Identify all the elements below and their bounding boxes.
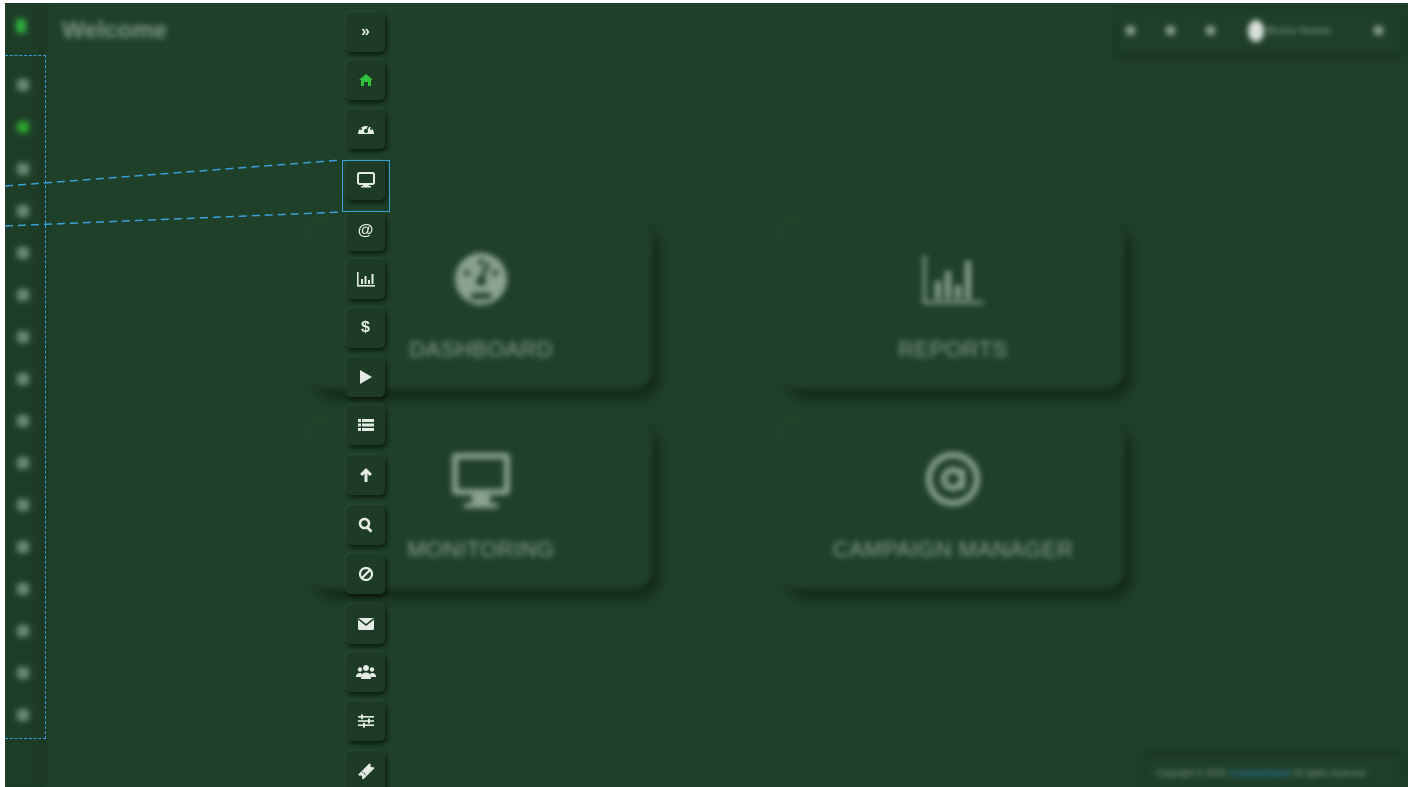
- app-window: Welcome Bruno Nunes DASHBOARD REPORTS MO…: [5, 3, 1408, 787]
- sidebar-item-search[interactable]: [346, 505, 385, 545]
- card-campaign-manager[interactable]: CAMPAIGN MANAGER: [782, 421, 1124, 589]
- card-label: CAMPAIGN MANAGER: [832, 537, 1074, 562]
- users-icon: [355, 665, 376, 679]
- play-icon: [359, 370, 372, 384]
- list-icon: [357, 419, 374, 431]
- settings-icon[interactable]: [1166, 26, 1175, 35]
- sidebar-item-tickets[interactable]: [346, 751, 385, 787]
- sidebar-item-users[interactable]: [346, 652, 385, 692]
- at-icon: [926, 452, 980, 506]
- sidebar-item-play[interactable]: [346, 357, 385, 397]
- collapsed-expand-icon[interactable]: [17, 79, 29, 91]
- sidebar-item-campaign[interactable]: @: [346, 211, 385, 251]
- dollar-icon: $: [361, 319, 370, 336]
- user-name[interactable]: Bruno Nunes: [1267, 25, 1331, 37]
- at-icon: @: [357, 222, 374, 239]
- envelope-icon: [357, 618, 374, 630]
- collapsed-gauge-icon[interactable]: [17, 163, 29, 175]
- sidebar-item-reports[interactable]: [346, 259, 385, 299]
- copyright-suffix: All rights reserved.: [1293, 768, 1368, 778]
- sidebar-item-settings[interactable]: [346, 701, 385, 741]
- logo-icon: [16, 19, 26, 33]
- page-title: Welcome: [62, 17, 167, 44]
- footer-brand-link[interactable]: CompanyName: [1229, 768, 1292, 778]
- copyright-prefix: Copyright © 2020: [1156, 768, 1227, 778]
- search-icon: [358, 517, 373, 533]
- blurred-background-layer: Welcome Bruno Nunes DASHBOARD REPORTS MO…: [5, 3, 1408, 787]
- top-toolbar: Bruno Nunes: [1117, 9, 1402, 55]
- collapsed-list-icon[interactable]: [17, 415, 29, 427]
- collapsed-envelope-icon[interactable]: [17, 583, 29, 595]
- sidebar-item-upload[interactable]: [346, 455, 385, 495]
- gauge-icon: [357, 125, 374, 134]
- monitor-icon: [452, 453, 510, 508]
- collapsed-search-icon[interactable]: [17, 499, 29, 511]
- double-chevron-right-icon: »: [361, 23, 370, 40]
- collapsed-bar-chart-icon[interactable]: [17, 289, 29, 301]
- sidebar-item-mail[interactable]: [346, 604, 385, 644]
- pin-icon[interactable]: [1126, 26, 1135, 35]
- sidebar-item-block[interactable]: [346, 554, 385, 594]
- collapsed-home-icon[interactable]: [17, 121, 29, 133]
- arrow-up-icon: [359, 468, 372, 482]
- collapsed-block-icon[interactable]: [17, 541, 29, 553]
- sidebar-item-list[interactable]: [346, 405, 385, 445]
- bell-icon[interactable]: [1206, 26, 1215, 35]
- collapsed-ticket-icon[interactable]: [17, 709, 29, 721]
- collapsed-users-icon[interactable]: [17, 625, 29, 637]
- collapsed-at-icon[interactable]: [17, 247, 29, 259]
- card-label: REPORTS: [898, 337, 1008, 362]
- sliders-icon: [357, 714, 374, 728]
- collapsed-play-icon[interactable]: [17, 373, 29, 385]
- sidebar-item-monitoring[interactable]: [346, 160, 385, 200]
- expanded-sidebar-strip: » @ $: [342, 8, 390, 787]
- expand-sidebar-button[interactable]: »: [346, 12, 385, 52]
- card-reports[interactable]: REPORTS: [782, 221, 1124, 389]
- gauge-icon: [455, 253, 507, 305]
- avatar[interactable]: [1248, 20, 1264, 42]
- sidebar-item-home[interactable]: [346, 60, 385, 100]
- sidebar-item-billing[interactable]: $: [346, 308, 385, 348]
- footer: Copyright © 2020 CompanyName All rights …: [1146, 755, 1402, 787]
- ticket-icon: [357, 763, 374, 780]
- bar-chart-icon: [356, 271, 375, 287]
- collapsed-sliders-icon[interactable]: [17, 667, 29, 679]
- sidebar-item-dashboard[interactable]: [346, 109, 385, 149]
- bar-chart-icon: [923, 255, 983, 304]
- collapsed-arrow-up-icon[interactable]: [17, 457, 29, 469]
- block-icon: [358, 566, 373, 582]
- collapsed-dollar-icon[interactable]: [17, 331, 29, 343]
- collapsed-sidebar: [5, 3, 41, 787]
- collapsed-monitor-icon[interactable]: [17, 205, 29, 217]
- home-icon: [358, 74, 373, 86]
- copyright-text: Copyright © 2020 CompanyName All rights …: [1156, 768, 1368, 778]
- monitor-icon: [356, 172, 375, 188]
- power-icon[interactable]: [1374, 26, 1383, 35]
